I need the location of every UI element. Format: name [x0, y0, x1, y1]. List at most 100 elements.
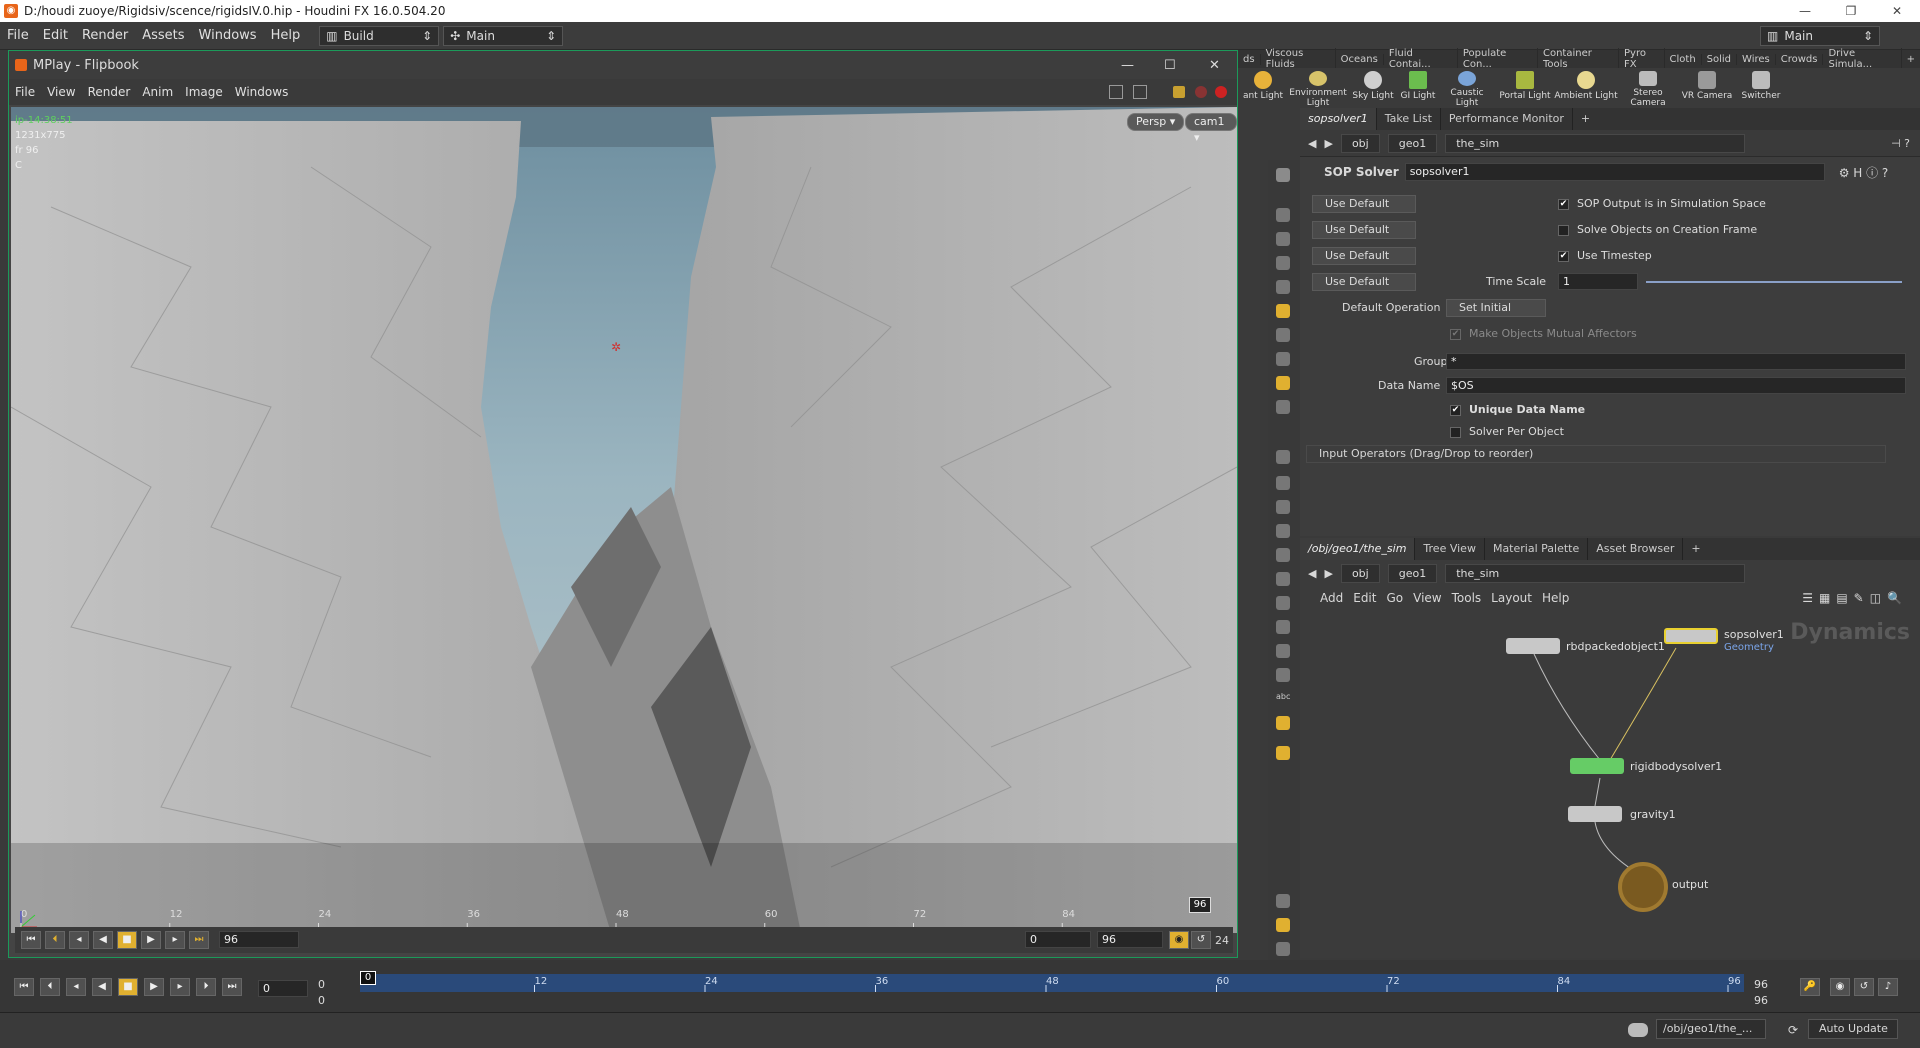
- back-arrow-icon[interactable]: ◀: [1308, 567, 1316, 580]
- refresh-icon[interactable]: ⟳: [1788, 1023, 1798, 1037]
- play-reverse-button[interactable]: ◀: [93, 931, 113, 949]
- minimize-button[interactable]: —: [1782, 0, 1828, 22]
- tool-gi-light[interactable]: GI Light: [1398, 68, 1438, 108]
- path-the-sim[interactable]: the_sim: [1445, 133, 1746, 153]
- gear-icon[interactable]: ⚙ H ⓘ ?: [1839, 164, 1889, 181]
- shelf-tab[interactable]: Crowds: [1776, 53, 1824, 65]
- lamp-icon[interactable]: [1276, 328, 1290, 342]
- menu-file[interactable]: File: [0, 28, 36, 43]
- tool-stereo-camera[interactable]: Stereo Camera: [1618, 68, 1678, 108]
- audio-icon[interactable]: ♪: [1878, 978, 1898, 996]
- use-default-1[interactable]: Use Default: [1312, 195, 1416, 213]
- auto-update-combo[interactable]: Auto Update: [1808, 1019, 1898, 1039]
- status-path[interactable]: /obj/geo1/the_...: [1656, 1019, 1766, 1039]
- record-icon[interactable]: [1195, 86, 1207, 98]
- tab-material-palette[interactable]: Material Palette: [1485, 538, 1589, 560]
- shelf-tab[interactable]: Oceans: [1336, 53, 1384, 65]
- main-step-forward-button[interactable]: ▸: [170, 978, 190, 996]
- node-rbdpackedobject[interactable]: [1506, 638, 1560, 654]
- net-menu-tools[interactable]: Tools: [1452, 591, 1482, 605]
- menu-windows[interactable]: Windows: [192, 28, 264, 43]
- node-name-field[interactable]: sopsolver1: [1404, 163, 1825, 181]
- flip-menu-view[interactable]: View: [41, 85, 81, 99]
- stop-button[interactable]: ■: [117, 931, 137, 949]
- tool-portal-light[interactable]: Portal Light: [1496, 68, 1554, 108]
- context-combo[interactable]: ✣ Main ⇕: [443, 25, 564, 46]
- headlight-icon[interactable]: [1276, 352, 1290, 366]
- net-menu-layout[interactable]: Layout: [1491, 591, 1532, 605]
- menu-edit[interactable]: Edit: [36, 28, 75, 43]
- unique-data-name-toggle[interactable]: ✔ Unique Data Name: [1450, 403, 1585, 416]
- tab-tree-view[interactable]: Tree View: [1415, 538, 1485, 560]
- tool-area-light[interactable]: ant Light: [1238, 68, 1288, 108]
- tab-take-list[interactable]: Take List: [1377, 108, 1441, 130]
- shelf-tab[interactable]: Populate Con...: [1458, 48, 1538, 70]
- add-shelf-icon[interactable]: +: [1902, 54, 1920, 65]
- info-icon[interactable]: [1276, 894, 1290, 908]
- step-back-button[interactable]: ◂: [69, 931, 89, 949]
- tab-network[interactable]: /obj/geo1/the_sim: [1300, 538, 1416, 560]
- flip-end-frame[interactable]: 96: [1189, 897, 1211, 913]
- shelf-tab[interactable]: Viscous Fluids: [1261, 48, 1336, 70]
- pen-icon[interactable]: [1276, 500, 1290, 514]
- path-obj[interactable]: obj: [1340, 563, 1380, 583]
- loop-icon[interactable]: ↺: [1191, 931, 1211, 949]
- shelf-tab[interactable]: Drive Simula...: [1823, 48, 1902, 70]
- flip-menu-render[interactable]: Render: [82, 85, 137, 99]
- shelf-tab[interactable]: Fluid Contai...: [1384, 48, 1458, 70]
- tab-performance-monitor[interactable]: Performance Monitor: [1441, 108, 1573, 130]
- point-icon[interactable]: [1276, 450, 1290, 464]
- sculpt-icon[interactable]: [1276, 572, 1290, 586]
- hammer-icon[interactable]: [1276, 644, 1290, 658]
- tab-asset-browser[interactable]: Asset Browser: [1588, 538, 1684, 560]
- loop-toggle-icon[interactable]: ↺: [1854, 978, 1874, 996]
- menu-assets[interactable]: Assets: [135, 28, 191, 43]
- main-timeline-track[interactable]: 12 24 36 48 60 72 84 96: [360, 974, 1744, 992]
- screenshot-icon[interactable]: [1276, 942, 1290, 956]
- range-start-a[interactable]: 0: [318, 978, 325, 991]
- shelf-tab[interactable]: Wires: [1737, 53, 1776, 65]
- node-sopsolver[interactable]: [1664, 628, 1718, 644]
- mutual-affectors-toggle[interactable]: ✔ Make Objects Mutual Affectors: [1450, 327, 1637, 340]
- solver-per-object-toggle[interactable]: Solver Per Object: [1450, 425, 1564, 438]
- text-icon[interactable]: abc: [1276, 692, 1290, 706]
- settings-icon[interactable]: [1173, 86, 1185, 98]
- grid-icon[interactable]: [1276, 620, 1290, 634]
- node-rigidbodysolver[interactable]: [1570, 758, 1624, 774]
- path-geo1[interactable]: geo1: [1387, 563, 1438, 583]
- brush-icon[interactable]: [1276, 548, 1290, 562]
- time-scale-slider[interactable]: [1646, 281, 1902, 283]
- pin-icon[interactable]: ⊣ ?: [1891, 137, 1910, 150]
- key-icon[interactable]: 🔑: [1800, 978, 1820, 996]
- time-scale-field[interactable]: 1: [1558, 273, 1638, 290]
- add-tab-icon[interactable]: +: [1573, 108, 1598, 130]
- tool-switcher[interactable]: Switcher: [1736, 68, 1786, 108]
- compare-icon[interactable]: [1133, 85, 1147, 99]
- default-op-menu[interactable]: Set Initial: [1446, 299, 1546, 317]
- flip-menu-windows[interactable]: Windows: [229, 85, 295, 99]
- view-icon[interactable]: [1276, 208, 1290, 222]
- snap-icon[interactable]: [1276, 256, 1290, 270]
- display-options-icon[interactable]: [1276, 168, 1290, 182]
- shelf-tab[interactable]: Pyro FX: [1619, 48, 1665, 70]
- net-menu-go[interactable]: Go: [1386, 591, 1403, 605]
- flipbook-close-button[interactable]: ✕: [1209, 58, 1220, 73]
- main-step-back-button[interactable]: ◂: [66, 978, 86, 996]
- flip-menu-anim[interactable]: Anim: [136, 85, 179, 99]
- quad-view-icon[interactable]: [1276, 918, 1290, 932]
- normal-icon[interactable]: [1276, 476, 1290, 490]
- flipbook-viewport[interactable]: ✲ ip-14:38:51 1231x775 fr 96 C Persp ▾ c…: [11, 107, 1237, 933]
- net-menu-add[interactable]: Add: [1320, 591, 1343, 605]
- tool-caustic-light[interactable]: Caustic Light: [1438, 68, 1496, 108]
- use-default-2[interactable]: Use Default: [1312, 221, 1416, 239]
- tool-vr-camera[interactable]: VR Camera: [1678, 68, 1736, 108]
- tool-sky-light[interactable]: Sky Light: [1348, 68, 1398, 108]
- jump-start-button[interactable]: ⏮: [21, 931, 41, 949]
- data-name-field[interactable]: $OS: [1446, 377, 1906, 394]
- net-menu-help[interactable]: Help: [1542, 591, 1569, 605]
- forward-arrow-icon[interactable]: ▶: [1324, 567, 1332, 580]
- net-menu-view[interactable]: View: [1413, 591, 1441, 605]
- forward-arrow-icon[interactable]: ▶: [1324, 137, 1332, 150]
- fit-view-icon[interactable]: [1109, 85, 1123, 99]
- sop-output-toggle[interactable]: ✔ SOP Output is in Simulation Space: [1558, 197, 1766, 210]
